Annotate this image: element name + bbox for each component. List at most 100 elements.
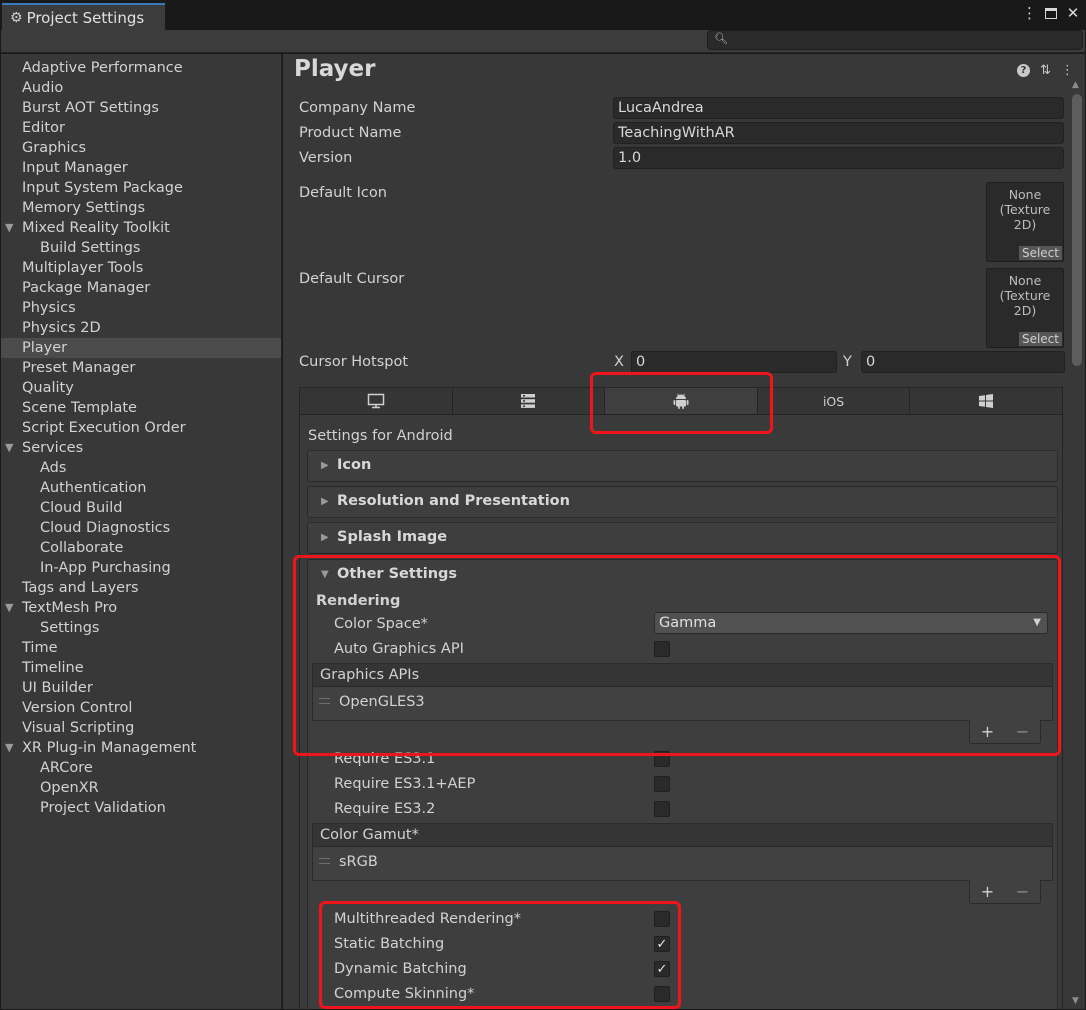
tab-android[interactable] — [605, 388, 758, 414]
graphics-api-entry[interactable]: OpenGLES3 — [339, 694, 425, 710]
scroll-down-arrow-icon[interactable]: ▼ — [1072, 996, 1079, 1006]
sidebar-item-burst-aot[interactable]: Burst AOT Settings — [1, 98, 281, 118]
sidebar-item-visual-scripting[interactable]: Visual Scripting — [1, 718, 281, 738]
hotspot-y-label: Y — [843, 354, 852, 370]
drag-handle-icon[interactable] — [319, 698, 330, 704]
vertical-scrollbar-thumb[interactable] — [1072, 94, 1082, 366]
sidebar-item-ui-builder[interactable]: UI Builder — [1, 678, 281, 698]
sidebar-item-collaborate[interactable]: Collaborate — [1, 538, 281, 558]
auto-graphics-api-label: Auto Graphics API — [334, 641, 464, 657]
help-icon[interactable]: ? — [1017, 64, 1030, 77]
server-icon — [521, 394, 536, 408]
sidebar-item-adaptive-performance[interactable]: Adaptive Performance — [1, 58, 281, 78]
foldout-splash-section[interactable]: ▶ Splash Image — [307, 522, 1058, 554]
sidebar-item-authentication[interactable]: Authentication — [1, 478, 281, 498]
tab-windows-store[interactable] — [910, 388, 1062, 414]
sidebar-item-cloud-build[interactable]: Cloud Build — [1, 498, 281, 518]
sidebar-item-package-manager[interactable]: Package Manager — [1, 278, 281, 298]
close-icon[interactable]: ✕ — [1066, 4, 1080, 22]
sidebar-item-timeline[interactable]: Timeline — [1, 658, 281, 678]
sidebar-item-graphics[interactable]: Graphics — [1, 138, 281, 158]
sidebar-item-ads[interactable]: Ads — [1, 458, 281, 478]
collapsed-arrow-icon: ▶ — [321, 460, 329, 471]
window-titlebar: ⚙ Project Settings ⋮ ✕ — [0, 0, 1086, 30]
preset-sliders-icon[interactable]: ⇅ — [1040, 63, 1051, 78]
product-name-field[interactable]: TeachingWithAR — [613, 122, 1064, 144]
sidebar-item-audio[interactable]: Audio — [1, 78, 281, 98]
expand-arrow-icon[interactable]: ▼ — [5, 438, 13, 458]
sidebar-item-editor[interactable]: Editor — [1, 118, 281, 138]
more-options-icon[interactable]: ⋮ — [1022, 4, 1037, 22]
sidebar-item-version-control[interactable]: Version Control — [1, 698, 281, 718]
sidebar-item-physics[interactable]: Physics — [1, 298, 281, 318]
add-color-gamut-button[interactable]: + — [981, 882, 994, 901]
hotspot-y-field[interactable]: 0 — [861, 351, 1065, 373]
sidebar-item-physics-2d[interactable]: Physics 2D — [1, 318, 281, 338]
more-options-icon[interactable]: ⋮ — [1061, 63, 1074, 78]
sidebar-item-player[interactable]: Player — [1, 338, 281, 358]
sidebar-item-services[interactable]: ▼ Services — [1, 438, 281, 458]
add-graphics-api-button[interactable]: + — [981, 722, 994, 741]
collapsed-arrow-icon: ▶ — [321, 532, 329, 543]
remove-color-gamut-button[interactable]: − — [1016, 882, 1029, 901]
default-icon-select-button[interactable]: Select — [1018, 246, 1062, 260]
sidebar-item-xr-plugin-management[interactable]: ▼ XR Plug-in Management — [1, 738, 281, 758]
require-es31-aep-checkbox[interactable] — [654, 776, 670, 792]
default-cursor-slot[interactable]: None (Texture 2D) Select — [986, 268, 1064, 348]
project-settings-tab[interactable]: ⚙ Project Settings — [2, 3, 165, 30]
expand-arrow-icon[interactable]: ▼ — [5, 738, 13, 758]
color-space-label: Color Space* — [334, 616, 428, 632]
sidebar-item-in-app-purchasing[interactable]: In-App Purchasing — [1, 558, 281, 578]
expand-arrow-icon[interactable]: ▼ — [5, 598, 13, 618]
sidebar-item-build-settings[interactable]: Build Settings — [1, 238, 281, 258]
sidebar-item-cloud-diagnostics[interactable]: Cloud Diagnostics — [1, 518, 281, 538]
tab-ios[interactable]: iOS — [757, 388, 911, 414]
sidebar-item-input-system[interactable]: Input System Package — [1, 178, 281, 198]
compute-skinning-checkbox[interactable] — [654, 986, 670, 1002]
static-batching-checkbox[interactable]: ✓ — [654, 936, 670, 952]
remove-graphics-api-button[interactable]: − — [1016, 722, 1029, 741]
color-space-dropdown[interactable]: Gamma ▼ — [654, 612, 1048, 634]
sidebar-item-memory-settings[interactable]: Memory Settings — [1, 198, 281, 218]
auto-graphics-api-checkbox[interactable] — [654, 641, 670, 657]
require-es31-checkbox[interactable] — [654, 751, 670, 767]
company-name-field[interactable]: LucaAndrea — [613, 97, 1064, 119]
default-icon-slot[interactable]: None (Texture 2D) Select — [986, 182, 1064, 262]
sidebar-item-label: Mixed Reality Toolkit — [22, 220, 170, 236]
sidebar-item-textmesh-settings[interactable]: Settings — [1, 618, 281, 638]
sidebar-item-quality[interactable]: Quality — [1, 378, 281, 398]
search-input[interactable]: 🔍︎ — [707, 30, 1083, 50]
sidebar-item-project-validation[interactable]: Project Validation — [1, 798, 281, 818]
sidebar-item-tags-and-layers[interactable]: Tags and Layers — [1, 578, 281, 598]
tab-standalone[interactable] — [300, 388, 453, 414]
sidebar-item-input-manager[interactable]: Input Manager — [1, 158, 281, 178]
foldout-title[interactable]: Other Settings — [337, 566, 457, 582]
default-cursor-select-button[interactable]: Select — [1018, 332, 1062, 346]
sidebar-item-preset-manager[interactable]: Preset Manager — [1, 358, 281, 378]
expanded-arrow-icon[interactable]: ▼ — [321, 569, 329, 580]
tab-dedicated-server[interactable] — [452, 388, 606, 414]
version-field[interactable]: 1.0 — [613, 147, 1064, 169]
sidebar-item-script-execution-order[interactable]: Script Execution Order — [1, 418, 281, 438]
sidebar-item-time[interactable]: Time — [1, 638, 281, 658]
sidebar-item-textmesh-pro[interactable]: ▼ TextMesh Pro — [1, 598, 281, 618]
hotspot-x-field[interactable]: 0 — [631, 351, 837, 373]
slot-none-text: None — [1008, 273, 1042, 288]
sidebar-item-openxr[interactable]: OpenXR — [1, 778, 281, 798]
sidebar-item-mixed-reality-toolkit[interactable]: ▼ Mixed Reality Toolkit — [1, 218, 281, 238]
expand-arrow-icon[interactable]: ▼ — [5, 218, 13, 238]
scroll-up-arrow-icon[interactable]: ▲ — [1072, 80, 1079, 90]
windows-icon — [979, 394, 994, 408]
drag-handle-icon[interactable] — [319, 858, 330, 864]
android-icon — [673, 393, 689, 409]
foldout-icon-section[interactable]: ▶ Icon — [307, 450, 1058, 482]
maximize-icon[interactable] — [1045, 7, 1057, 19]
dynamic-batching-checkbox[interactable]: ✓ — [654, 961, 670, 977]
color-gamut-entry[interactable]: sRGB — [339, 854, 378, 870]
sidebar-item-scene-template[interactable]: Scene Template — [1, 398, 281, 418]
multithreaded-rendering-checkbox[interactable] — [654, 911, 670, 927]
require-es32-checkbox[interactable] — [654, 801, 670, 817]
foldout-resolution-section[interactable]: ▶ Resolution and Presentation — [307, 486, 1058, 518]
sidebar-item-arcore[interactable]: ARCore — [1, 758, 281, 778]
sidebar-item-multiplayer-tools[interactable]: Multiplayer Tools — [1, 258, 281, 278]
